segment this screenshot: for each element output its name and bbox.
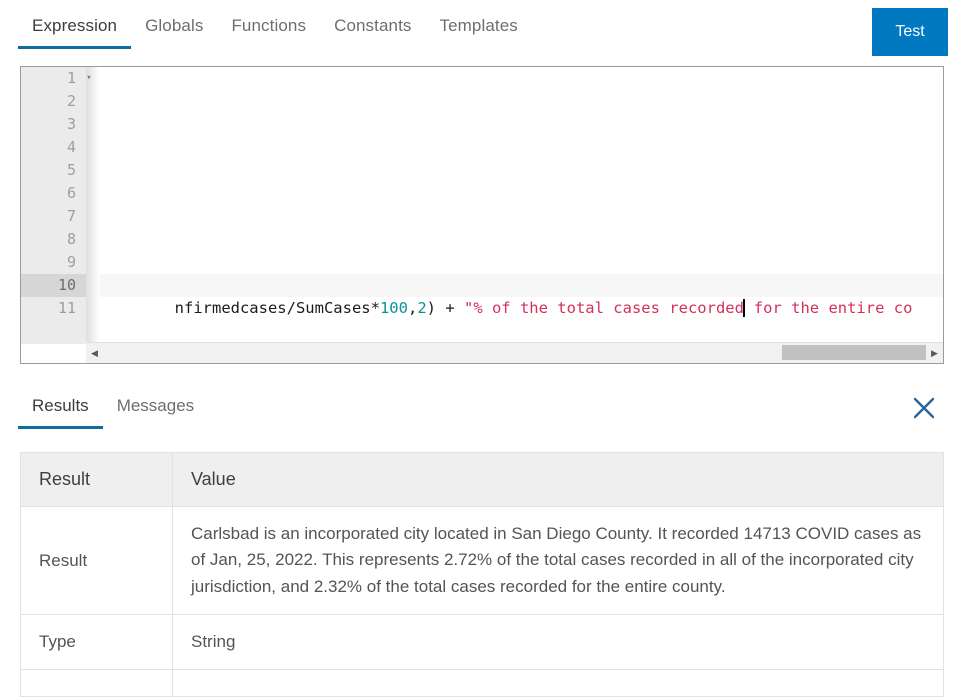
row-key-empty [20, 669, 173, 697]
gutter-line-7[interactable]: 7 [21, 205, 86, 228]
top-tab-bar: Expression Globals Functions Constants T… [0, 0, 964, 62]
table-row: Result Carlsbad is an incorporated city … [20, 505, 944, 616]
code-line-10-content[interactable]: nfirmedcases/SumCases*100,2) + "% of the… [100, 274, 943, 317]
tab-expression[interactable]: Expression [18, 16, 132, 49]
tab-messages[interactable]: Messages [103, 396, 208, 429]
results-table-body: Result Carlsbad is an incorporated city … [20, 505, 944, 697]
code-token-comma: , [407, 299, 418, 317]
tab-expression-label: Expression [32, 16, 118, 35]
expression-tabs: Expression Globals Functions Constants T… [0, 0, 532, 49]
code-token-number-2: 2 [417, 299, 427, 317]
tab-templates[interactable]: Templates [426, 16, 532, 49]
code-token-plain-1: nfirmedcases/SumCases* [174, 299, 380, 317]
tab-functions-label: Functions [231, 16, 307, 35]
test-button[interactable]: Test [872, 8, 948, 56]
gutter-line-9[interactable]: 9 [21, 251, 86, 274]
editor-body[interactable]: 1 ▾ 2 3 4 5 6 7 8 9 10 11 nfirmedcases/S… [21, 67, 943, 344]
table-row-partial [20, 669, 944, 697]
gutter-line-1-number: 1 [66, 69, 76, 87]
gutter-line-2[interactable]: 2 [21, 90, 86, 113]
gutter-line-11[interactable]: 11 [21, 297, 86, 320]
close-results-button[interactable] [910, 394, 938, 422]
tab-globals-label: Globals [145, 16, 204, 35]
gutter-line-1[interactable]: 1 ▾ [21, 67, 92, 90]
code-token-number-100: 100 [379, 299, 408, 317]
gutter-line-5[interactable]: 5 [21, 159, 86, 182]
scroll-left-arrow-icon[interactable]: ◀ [86, 348, 103, 358]
tab-templates-label: Templates [439, 16, 518, 35]
code-token-string-2: for the entire co [744, 299, 913, 317]
tab-messages-label: Messages [116, 396, 195, 415]
results-table: Result Value Result Carlsbad is an incor… [20, 452, 944, 697]
row-value-type: String [172, 614, 944, 671]
close-icon [910, 394, 938, 422]
table-row: Type String [20, 614, 944, 671]
column-header-result: Result [20, 452, 173, 507]
results-tab-bar: Results Messages [18, 396, 208, 429]
column-header-value: Value [172, 452, 944, 507]
code-text-area[interactable]: nfirmedcases/SumCases*100,2) + "% of the… [100, 67, 943, 344]
gutter-line-8[interactable]: 8 [21, 228, 86, 251]
tab-globals[interactable]: Globals [131, 16, 217, 49]
scroll-right-arrow-icon[interactable]: ▶ [926, 348, 943, 358]
table-header-row: Result Value [20, 452, 944, 507]
tab-results[interactable]: Results [18, 396, 103, 429]
code-token-plain-2: ) + [426, 299, 464, 317]
code-fold-arrow-icon[interactable]: ▾ [83, 67, 95, 90]
editor-line-number-gutter: 1 ▾ 2 3 4 5 6 7 8 9 10 11 [21, 67, 92, 344]
gutter-line-10[interactable]: 10 [21, 274, 86, 297]
scrollbar-track[interactable] [103, 343, 926, 363]
gutter-line-4[interactable]: 4 [21, 136, 86, 159]
expression-code-editor[interactable]: 1 ▾ 2 3 4 5 6 7 8 9 10 11 nfirmedcases/S… [20, 66, 944, 364]
row-value-empty [172, 669, 944, 697]
tab-results-label: Results [32, 396, 89, 415]
editor-horizontal-scrollbar[interactable]: ◀ ▶ [86, 342, 943, 363]
code-token-string-1: "% of the total cases recorded [463, 299, 744, 317]
row-key-result: Result [20, 505, 173, 616]
gutter-line-3[interactable]: 3 [21, 113, 86, 136]
gutter-shadow [86, 67, 100, 344]
row-value-result: Carlsbad is an incorporated city located… [172, 505, 944, 616]
gutter-line-6[interactable]: 6 [21, 182, 86, 205]
row-key-type: Type [20, 614, 173, 671]
scrollbar-thumb[interactable] [781, 345, 926, 360]
tab-functions[interactable]: Functions [217, 16, 320, 49]
results-table-head: Result Value [20, 452, 944, 507]
tab-constants-label: Constants [334, 16, 412, 35]
tab-constants[interactable]: Constants [320, 16, 425, 49]
